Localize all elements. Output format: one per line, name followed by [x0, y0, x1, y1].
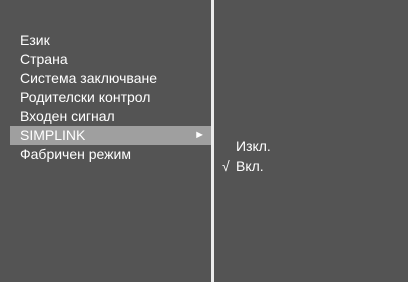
option-on[interactable]: √ Вкл. [214, 156, 408, 176]
menu-item-label: Фабричен режим [20, 146, 131, 162]
option-label: Вкл. [236, 158, 264, 174]
menu-item-label: Входен сигнал [20, 108, 115, 124]
menu-item-label: SIMPLINK [20, 127, 86, 143]
menu-item-simplink[interactable]: SIMPLINK ► [10, 126, 211, 145]
settings-screen: Език Страна Система заключване Родителск… [0, 0, 408, 282]
menu-item-label: Родителски контрол [20, 89, 151, 105]
menu-item-language[interactable]: Език [0, 31, 211, 50]
menu-item-parental-control[interactable]: Родителски контрол [0, 88, 211, 107]
menu-item-label: Език [20, 32, 50, 48]
menu-item-lock-system[interactable]: Система заключване [0, 69, 211, 88]
right-arrow-icon: ► [194, 129, 205, 141]
menu-item-label: Система заключване [20, 70, 157, 86]
settings-menu: Език Страна Система заключване Родителск… [0, 31, 211, 164]
menu-item-input-signal[interactable]: Входен сигнал [0, 107, 211, 126]
menu-item-country[interactable]: Страна [0, 50, 211, 69]
menu-item-label: Страна [20, 51, 68, 67]
option-off[interactable]: Изкл. [214, 136, 408, 156]
menu-item-factory-mode[interactable]: Фабричен режим [0, 145, 211, 164]
option-label: Изкл. [236, 138, 271, 154]
simplink-options: Изкл. √ Вкл. [214, 136, 408, 176]
checkmark-icon: √ [222, 158, 230, 174]
